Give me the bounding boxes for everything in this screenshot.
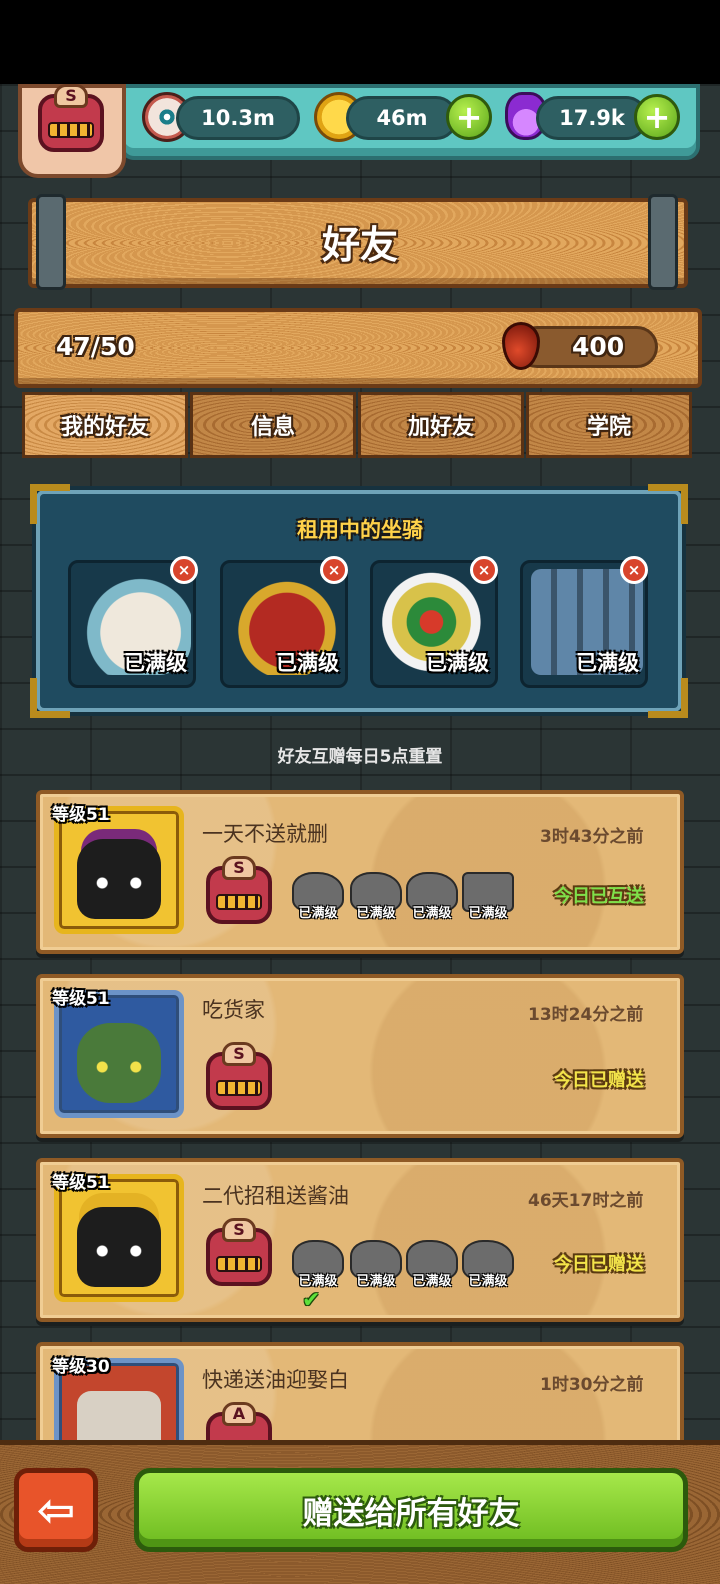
coins-counter: 46m xyxy=(346,96,458,140)
mount-ram-icon: 已满级 xyxy=(404,1240,460,1296)
friend-rank-badge: S xyxy=(202,1218,276,1290)
friend-rank-badge: S xyxy=(202,1042,276,1114)
blood-count: 400 xyxy=(572,332,625,361)
friend-level: 等级51 xyxy=(52,805,110,825)
add-coins-button[interactable]: + xyxy=(446,94,492,140)
max-level-label: 已满级 xyxy=(276,651,339,675)
add-potion-button[interactable]: + xyxy=(634,94,680,140)
friend-portrait[interactable] xyxy=(54,806,184,934)
max-level-label: 已满级 xyxy=(426,651,489,675)
last-online: 3时43分之前 xyxy=(540,827,644,847)
eyes-counter: 10.3m xyxy=(176,96,300,140)
friend-count: 47/50 xyxy=(56,332,135,361)
rented-mounts-title: 租用中的坐骑 xyxy=(297,518,423,542)
panel-corner xyxy=(30,678,70,718)
friend-rank-badge: S xyxy=(202,856,276,928)
mount-dragon-icon: 已满级 xyxy=(348,1240,404,1296)
rank-letter: S xyxy=(54,84,88,108)
remove-mount-button[interactable]: × xyxy=(170,556,198,584)
tab-add-friend[interactable]: 加好友 xyxy=(358,392,524,458)
friend-level: 等级51 xyxy=(52,1173,110,1193)
friend-level: 等级30 xyxy=(52,1357,110,1377)
last-online: 13时24分之前 xyxy=(528,1005,644,1025)
gift-status: 今日已赠送 xyxy=(554,1070,644,1091)
tab-academy[interactable]: 学院 xyxy=(526,392,692,458)
mount-dragon-icon: 已满级 xyxy=(348,872,404,928)
gift-status: 今日已互送 xyxy=(554,886,644,907)
back-button[interactable]: ⇦ xyxy=(14,1468,98,1552)
last-online: 1时30分之前 xyxy=(540,1375,644,1395)
check-icon: ✔ xyxy=(302,1288,321,1313)
remove-mount-button[interactable]: × xyxy=(320,556,348,584)
friend-name: 一天不送就删 xyxy=(202,822,328,846)
mount-demon-icon: 已满级 xyxy=(460,1240,516,1296)
friend-name: 吃货家 xyxy=(202,998,265,1022)
gift-status: 今日已赠送 xyxy=(554,1254,644,1275)
remove-mount-button[interactable]: × xyxy=(620,556,648,584)
panel-corner xyxy=(648,678,688,718)
mount-cannon-icon: 已满级 xyxy=(460,872,516,928)
friend-name: 快递送油迎娶白 xyxy=(202,1368,349,1392)
gift-reset-note: 好友互赠每日5点重置 xyxy=(277,747,443,767)
last-online: 46天17时之前 xyxy=(528,1191,644,1211)
friend-name: 二代招租送酱油 xyxy=(202,1184,349,1208)
player-rank-badge: S xyxy=(34,84,108,156)
friend-level: 等级51 xyxy=(52,989,110,1009)
friend-portrait[interactable] xyxy=(54,990,184,1118)
max-level-label: 已满级 xyxy=(576,651,639,675)
friend-portrait[interactable] xyxy=(54,1174,184,1302)
mount-lion-icon: 已满级 xyxy=(290,872,346,928)
remove-mount-button[interactable]: × xyxy=(470,556,498,584)
tab-my-friends[interactable]: 我的好友 xyxy=(22,392,188,458)
max-level-label: 已满级 xyxy=(124,651,187,675)
mount-ram-icon: 已满级 xyxy=(404,872,460,928)
send-to-all-friends-button[interactable]: 赠送给所有好友 xyxy=(134,1468,688,1552)
tab-messages[interactable]: 信息 xyxy=(190,392,356,458)
page-title: 好友 xyxy=(321,223,398,267)
potion-counter: 17.9k xyxy=(536,96,648,140)
